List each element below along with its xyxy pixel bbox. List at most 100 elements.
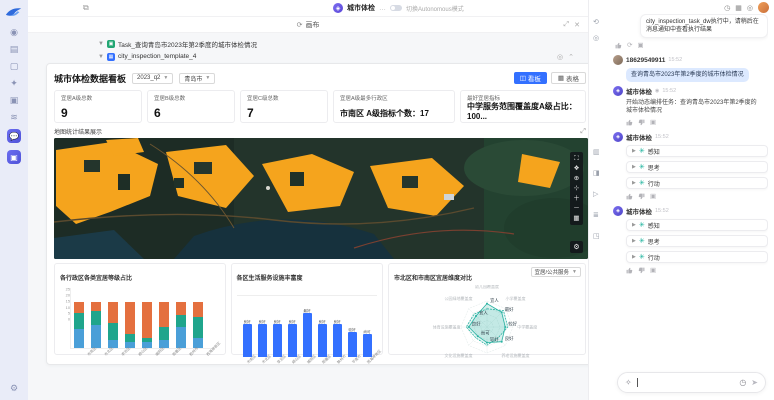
stacked-bar[interactable] (142, 302, 152, 348)
map-controls[interactable]: ⛶ ❖ ⊕ ⊹ ＋ － ▦ (570, 152, 583, 225)
chat-input[interactable]: ✧ ◷ ➤ (617, 372, 766, 393)
chevron-down-icon: ▼ (163, 75, 168, 81)
refresh-icon[interactable]: ⟲ (593, 18, 599, 26)
stacked-bar[interactable] (74, 302, 84, 348)
stat-label: 最好宜居指标 (467, 94, 579, 102)
phone-icon[interactable]: ◷ (724, 4, 730, 12)
collapse-icon[interactable]: ⌃ (568, 53, 574, 61)
sparkle-icon: ✳ (639, 164, 645, 171)
table-view-button[interactable]: ▦ 表格 (551, 72, 586, 84)
step-act[interactable]: ▶ ✳ 行动 (626, 251, 768, 263)
bar[interactable]: 较好 (348, 332, 357, 357)
copy-icon[interactable]: ▣ (637, 42, 643, 49)
radar-dimension-select[interactable]: 宜居/公共服务 ▼ (531, 267, 581, 277)
text-cursor (637, 378, 638, 387)
city-select[interactable]: 青岛市 ▼ (179, 73, 215, 84)
locate-icon[interactable]: ◎ (557, 53, 563, 61)
bar[interactable]: 良好 (288, 324, 297, 357)
period-value: 2023_q2 (137, 75, 160, 81)
sidebar-item-home[interactable]: ◉ (10, 27, 18, 37)
stacked-bar[interactable] (125, 302, 135, 348)
copy-icon[interactable]: ▣ (650, 267, 656, 274)
log-tool-icon[interactable]: ◳ (593, 232, 600, 240)
measure-icon[interactable]: ⊹ (574, 184, 579, 193)
bar[interactable]: 良好 (243, 324, 252, 357)
thumb-down-icon[interactable] (638, 193, 645, 200)
sidebar-item-tools[interactable]: ▢ (10, 61, 19, 71)
zoom-in-icon[interactable]: ＋ (573, 194, 580, 203)
settings-gear-icon[interactable]: ⚙ (0, 383, 28, 394)
thumb-up-icon[interactable] (626, 119, 633, 126)
basemap-icon[interactable]: ▦ (573, 214, 579, 223)
pin-tool-icon[interactable]: ◨ (593, 169, 600, 177)
sidebar-app-tile-1[interactable]: 💬 (7, 129, 21, 143)
locate-icon[interactable]: ⊕ (574, 174, 579, 183)
thumb-up-icon[interactable] (626, 267, 633, 274)
thumb-down-icon[interactable] (638, 119, 645, 126)
chart-tool-icon[interactable]: ▥ (593, 148, 600, 156)
copy-icon[interactable]: ▣ (650, 119, 656, 126)
user-profile-avatar[interactable] (758, 2, 769, 13)
bar[interactable]: 尚可 (363, 334, 372, 357)
target-icon[interactable]: ◎ (593, 34, 599, 42)
bar[interactable]: 良好 (333, 324, 342, 357)
more-options-icon[interactable]: … (379, 5, 386, 12)
bar[interactable]: 最好 (303, 313, 312, 357)
step-act[interactable]: ▶ ✳ 行动 (626, 177, 768, 189)
thumb-up-icon[interactable] (626, 193, 633, 200)
stacked-bar[interactable] (159, 302, 169, 348)
sidebar-app-tile-2[interactable]: ▣ (7, 150, 21, 164)
stacked-bar[interactable] (108, 302, 118, 348)
bar[interactable]: 良好 (258, 324, 267, 357)
stacked-bar[interactable] (91, 302, 101, 348)
fullscreen-icon[interactable]: ⛶ (574, 154, 579, 163)
sidebar-item-people[interactable]: ✦ (10, 78, 18, 88)
agent-steps: ▶ ✳ 感知 ▶ ✳ 思考 ▶ ✳ 行动 (626, 219, 768, 263)
bar-label: 尚可 (363, 329, 370, 334)
sidebar-item-agents[interactable]: ▤ (10, 44, 19, 54)
task-row[interactable]: ▼ ▣ Task_查询青岛市2023年第2季度的城市体检情况 (38, 37, 588, 50)
stacked-bar[interactable] (193, 302, 203, 348)
kanban-view-button[interactable]: ◫ 看板 (514, 72, 547, 84)
bar[interactable]: 良好 (318, 324, 327, 357)
step-think[interactable]: ▶ ✳ 思考 (626, 235, 768, 247)
stat-label: 宜居A级最多行政区 (340, 94, 448, 102)
zoom-out-icon[interactable]: － (573, 204, 580, 213)
send-icon[interactable]: ➤ (751, 378, 758, 387)
list-tool-icon[interactable]: ≣ (593, 211, 600, 219)
period-select[interactable]: 2023_q2 ▼ (132, 73, 173, 84)
map-view[interactable]: ⛶ ❖ ⊕ ⊹ ＋ － ▦ ⚙ (54, 138, 588, 259)
chevron-down-icon[interactable]: ▼ (98, 54, 104, 60)
stat-card: 宜居C级总数 7 (240, 90, 328, 123)
layers-icon[interactable]: ❖ (574, 164, 580, 173)
mode-toggle[interactable] (390, 5, 402, 11)
chevron-down-icon[interactable]: ▼ (98, 41, 104, 47)
help-icon[interactable]: ◎ (747, 4, 753, 12)
sidebar-item-knowledge[interactable]: ▣ (10, 95, 19, 105)
sidebar-item-data[interactable]: ≋ (10, 112, 18, 122)
stacked-bar[interactable] (176, 302, 186, 348)
run-tool-icon[interactable]: ▷ (593, 190, 600, 198)
y-axis: 2520151050 (64, 288, 71, 322)
apps-icon[interactable]: ▦ (735, 4, 742, 12)
history-icon[interactable]: ◷ (739, 378, 746, 387)
thumb-up-icon[interactable] (615, 42, 622, 49)
copy-icon[interactable]: ▣ (650, 193, 656, 200)
sparkle-icon: ✳ (639, 222, 645, 229)
radar-point (504, 326, 506, 328)
step-think[interactable]: ▶ ✳ 思考 (626, 161, 768, 173)
collapse-panel-icon[interactable]: ⧉ (83, 3, 89, 13)
template-row[interactable]: ▼ ▦ city_inspection_template_4 ◎ ⌃ (38, 50, 588, 63)
user-message-header: 18629549911 15:52 (613, 55, 768, 65)
close-canvas-icon[interactable]: ✕ (574, 21, 580, 29)
retry-icon[interactable]: ⟳ (627, 42, 632, 49)
skill-icon[interactable]: ✧ (625, 378, 632, 387)
thumb-down-icon[interactable] (638, 267, 645, 274)
expand-canvas-icon[interactable]: ⤢ (564, 21, 570, 29)
bar[interactable]: 良好 (273, 324, 282, 357)
chat-message-list[interactable]: city_inspection_task_dw执行中，请稍后在消息通知中查看执行… (613, 14, 768, 368)
expand-map-icon[interactable]: ⤢ (580, 128, 586, 136)
map-settings-icon[interactable]: ⚙ (570, 241, 583, 253)
step-perceive[interactable]: ▶ ✳ 感知 (626, 219, 768, 231)
step-perceive[interactable]: ▶ ✳ 感知 (626, 145, 768, 157)
